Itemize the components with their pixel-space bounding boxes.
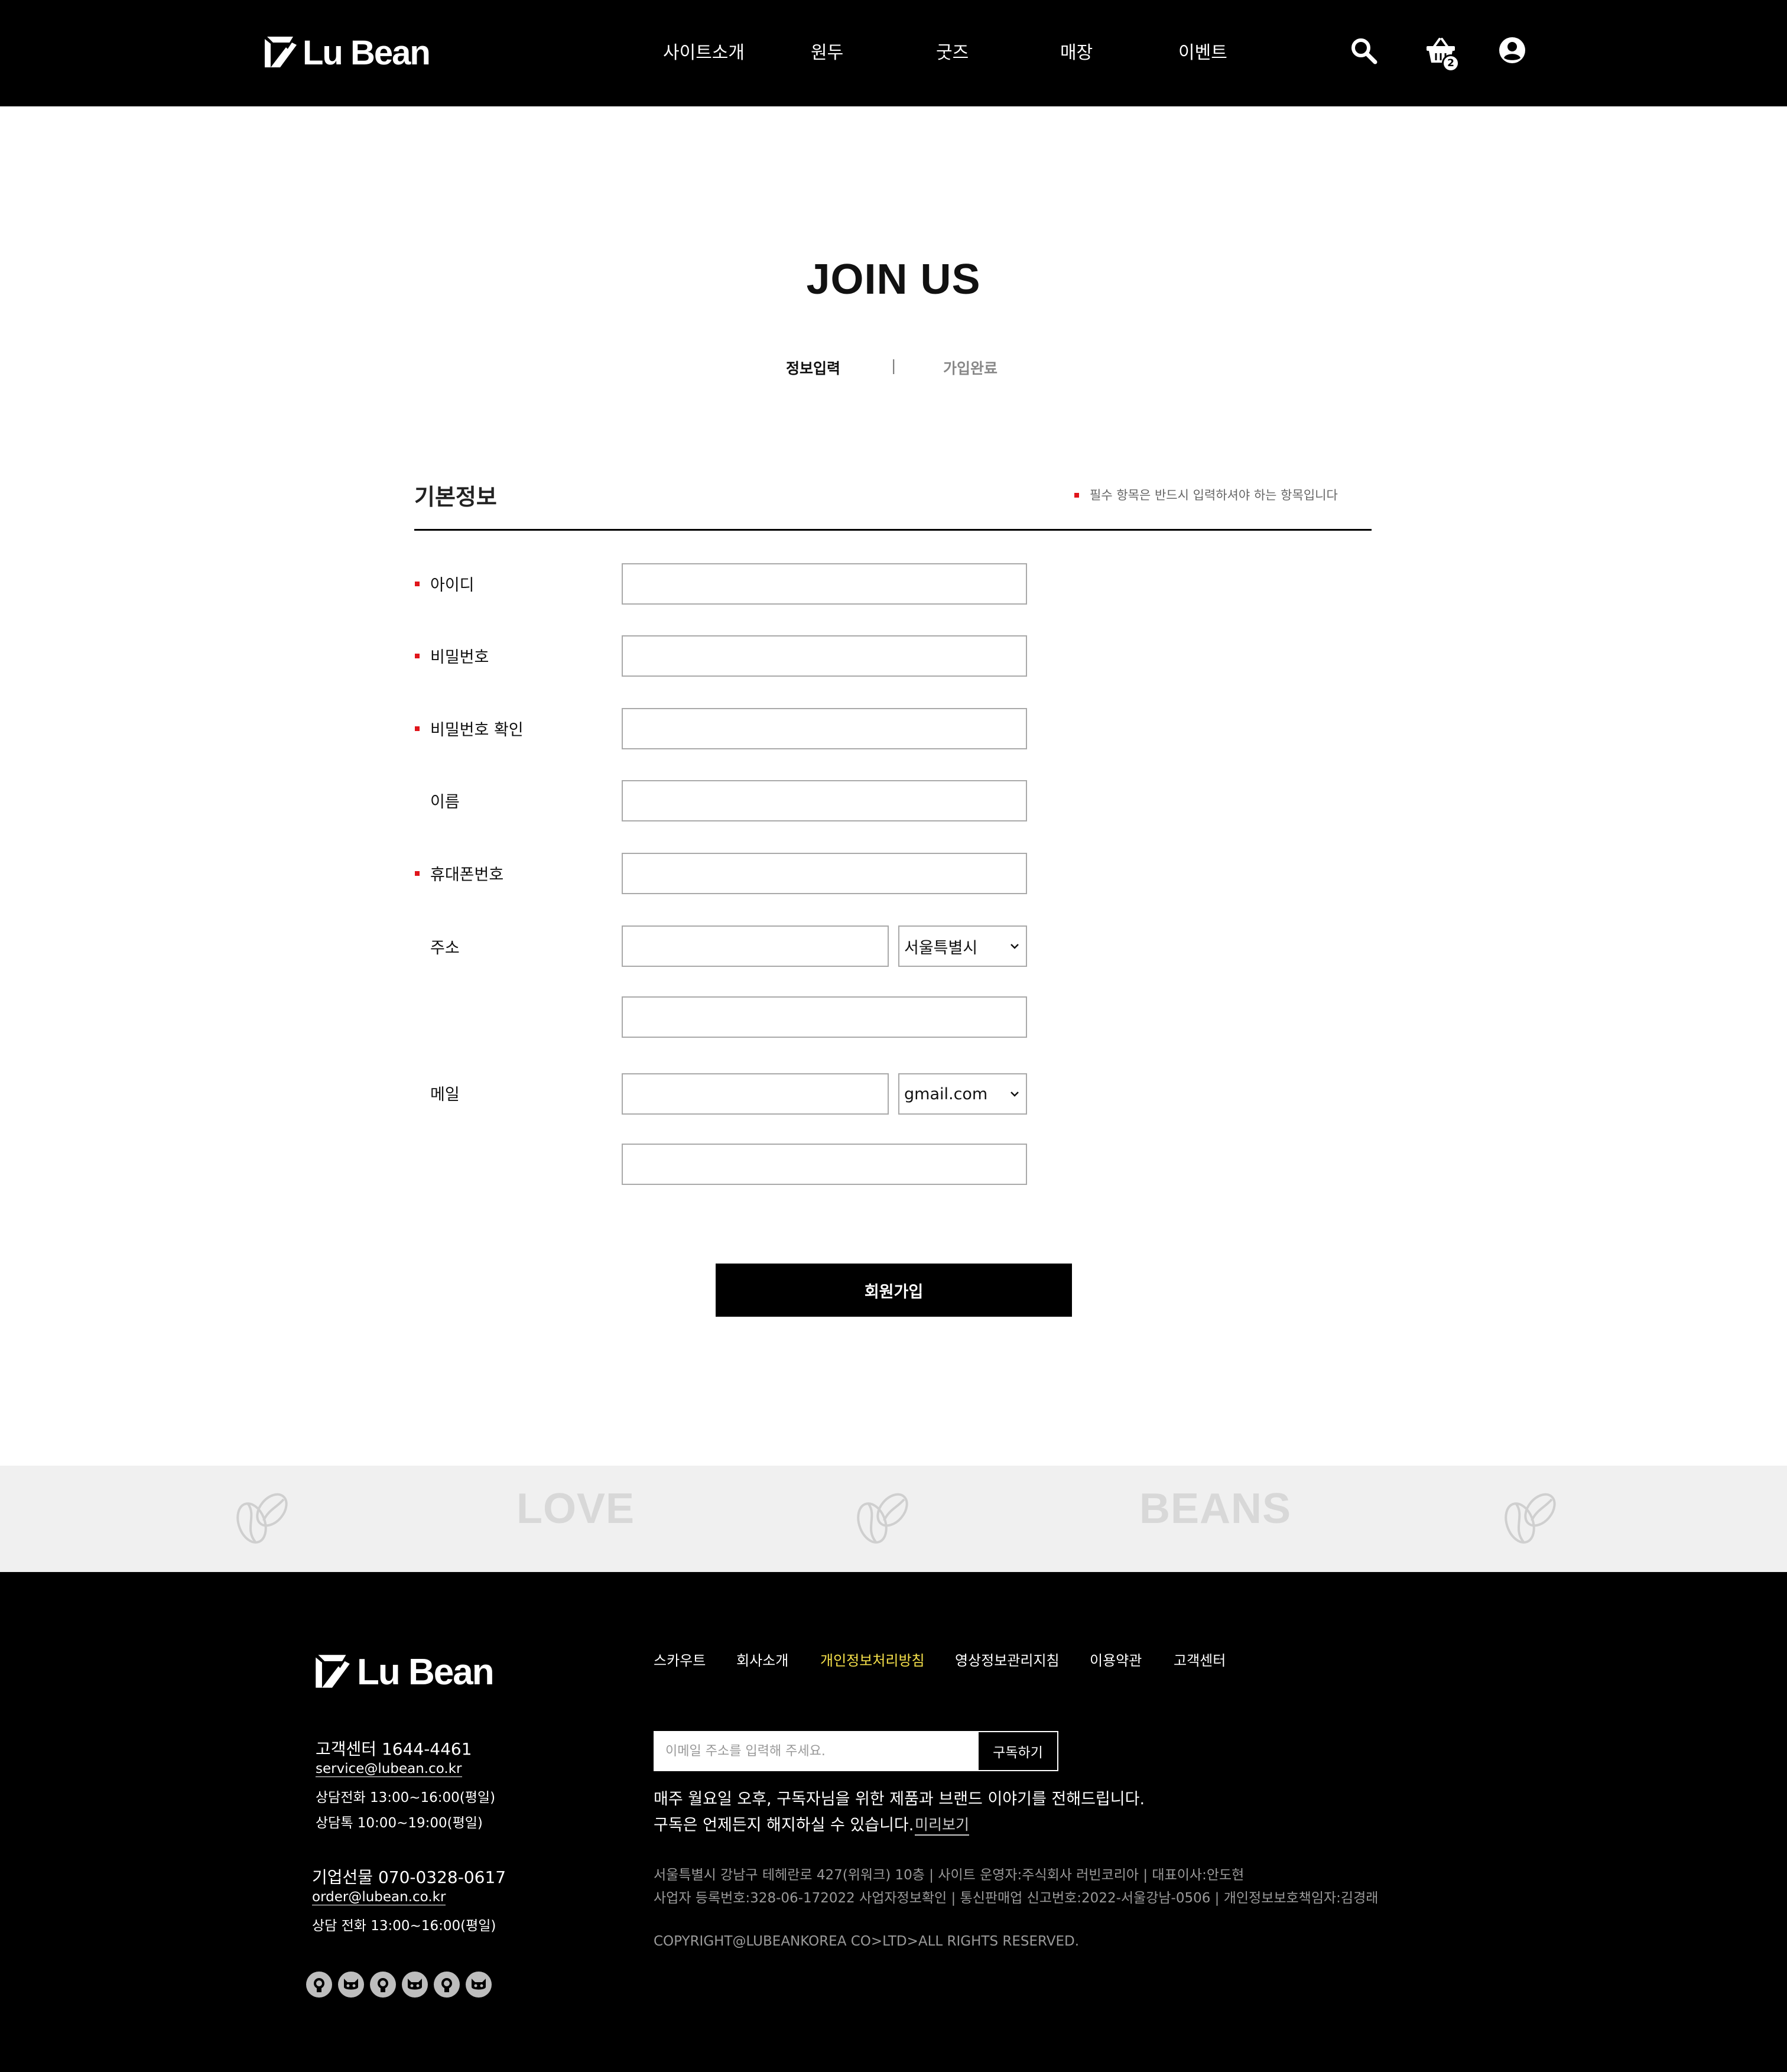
nav-item-stores[interactable]: 매장 [1060, 38, 1093, 64]
footer-link-scout[interactable]: 스카우트 [654, 1649, 706, 1670]
chevron-down-icon [1011, 1092, 1019, 1097]
octocat-icon[interactable] [466, 1972, 492, 1998]
password-confirm-input[interactable] [622, 708, 1027, 749]
footer-logo[interactable]: Lu Bean [312, 1649, 501, 1696]
name-label: 이름 [430, 793, 460, 811]
cart-button[interactable]: 2 [1425, 34, 1463, 76]
section-divider [414, 529, 1372, 531]
required-marker [1074, 493, 1079, 498]
email-domain-value: gmail.com [904, 1084, 988, 1103]
cs-talk-hours: 상담톡 10:00~19:00(평일) [316, 1816, 483, 1831]
step-current: 정보입력 [786, 360, 841, 377]
cs-phone-hours: 상담전화 13:00~16:00(평일) [316, 1790, 496, 1805]
required-marker [415, 654, 420, 658]
email-extra-input[interactable] [622, 1144, 1027, 1185]
header-logo[interactable]: Lu Bean [260, 30, 431, 77]
password-input[interactable] [622, 635, 1027, 677]
logo-text: Lu Bean [357, 1652, 495, 1693]
subscribe-email-input[interactable] [654, 1731, 977, 1771]
nav-item-goods[interactable]: 굿즈 [936, 38, 969, 64]
required-marker [415, 726, 420, 731]
password-label: 비밀번호 [430, 648, 489, 667]
banner-word-beans: BEANS [1139, 1485, 1292, 1532]
address-input[interactable] [622, 925, 889, 967]
nav-item-about[interactable]: 사이트소개 [663, 38, 745, 64]
subscribe-desc-1: 매주 월요일 오후, 구독자님을 위한 제품과 브랜드 이야기를 전해드립니다. [654, 1790, 1145, 1808]
corp-phone-hours: 상담 전화 13:00~16:00(평일) [312, 1918, 496, 1934]
step-next: 가입완료 [943, 360, 998, 377]
logo-mark-icon [265, 37, 297, 67]
cs-title: 고객센터 1644-4461 [316, 1739, 472, 1759]
subscribe-desc-2: 구독은 언제든지 해지하실 수 있습니다. [654, 1816, 914, 1834]
phone-input[interactable] [622, 853, 1027, 894]
corp-title: 기업선물 070-0328-0617 [312, 1868, 506, 1887]
address-label: 주소 [430, 939, 460, 957]
footer-link-support[interactable]: 고객센터 [1174, 1649, 1226, 1670]
id-label: 아이디 [430, 576, 475, 595]
password-confirm-label: 비밀번호 확인 [430, 721, 524, 739]
required-marker [415, 582, 420, 586]
cs-email[interactable]: service@lubean.co.kr [316, 1761, 462, 1777]
address-city-value: 서울특별시 [904, 938, 978, 957]
name-input[interactable] [622, 780, 1027, 821]
nav-item-beans[interactable]: 원두 [811, 38, 843, 64]
subscribe-preview-link[interactable]: 미리보기 [915, 1813, 970, 1836]
section-title: 기본정보 [414, 484, 497, 510]
chevron-down-icon [1011, 944, 1019, 949]
user-account-icon[interactable] [1499, 37, 1526, 64]
footer-link-privacy[interactable]: 개인정보처리방침 [820, 1649, 925, 1670]
github-icon[interactable] [434, 1972, 460, 1998]
footer-link-company[interactable]: 회사소개 [736, 1649, 788, 1670]
top-header: Lu Bean 사이트소개 원두 굿즈 매장 이벤트 2 [0, 0, 1787, 106]
id-input[interactable] [622, 563, 1027, 605]
octocat-icon[interactable] [338, 1972, 364, 1998]
address-detail-input[interactable] [622, 996, 1027, 1038]
email-id-input[interactable] [622, 1073, 889, 1115]
footer-link-terms[interactable]: 이용약관 [1090, 1649, 1142, 1670]
banner-word-love: LOVE [516, 1485, 635, 1532]
company-info-2: 사업자 등록번호:328-06-172022 사업자정보확인 | 통신판매업 신… [654, 1891, 1379, 1906]
page-title: JOIN US [806, 256, 981, 303]
footer-link-video-policy[interactable]: 영상정보관리지침 [955, 1649, 1060, 1670]
copyright: COPYRIGHT@LUBEANKOREA CO>LTD>ALL RIGHTS … [654, 1934, 1080, 1949]
join-submit-button[interactable]: 회원가입 [716, 1264, 1072, 1317]
email-label: 메일 [430, 1086, 460, 1104]
phone-label: 휴대폰번호 [430, 866, 504, 884]
octocat-icon[interactable] [402, 1972, 428, 1998]
required-note: 필수 항목은 반드시 입력하셔야 하는 항목입니다 [1090, 488, 1338, 502]
logo-mark-icon [316, 1655, 350, 1688]
corp-email[interactable]: order@lubean.co.kr [312, 1889, 446, 1905]
search-icon[interactable] [1350, 37, 1378, 65]
address-city-select[interactable]: 서울특별시 [898, 925, 1027, 967]
subscribe-button[interactable]: 구독하기 [977, 1731, 1058, 1771]
coffee-bean-icon [1505, 1493, 1556, 1544]
coffee-bean-icon [857, 1493, 908, 1544]
required-marker [415, 871, 420, 876]
coffee-bean-icon [236, 1493, 288, 1544]
github-icon[interactable] [306, 1972, 332, 1998]
logo-text: Lu Bean [303, 34, 431, 72]
github-icon[interactable] [370, 1972, 396, 1998]
company-info-1: 서울특별시 강남구 테헤란로 427(위워크) 10층 | 사이트 운영자:주식… [654, 1868, 1245, 1883]
step-separator: | [891, 357, 896, 374]
nav-item-events[interactable]: 이벤트 [1178, 38, 1227, 64]
email-domain-select[interactable]: gmail.com [898, 1073, 1027, 1115]
cart-count-badge: 2 [1442, 54, 1460, 72]
